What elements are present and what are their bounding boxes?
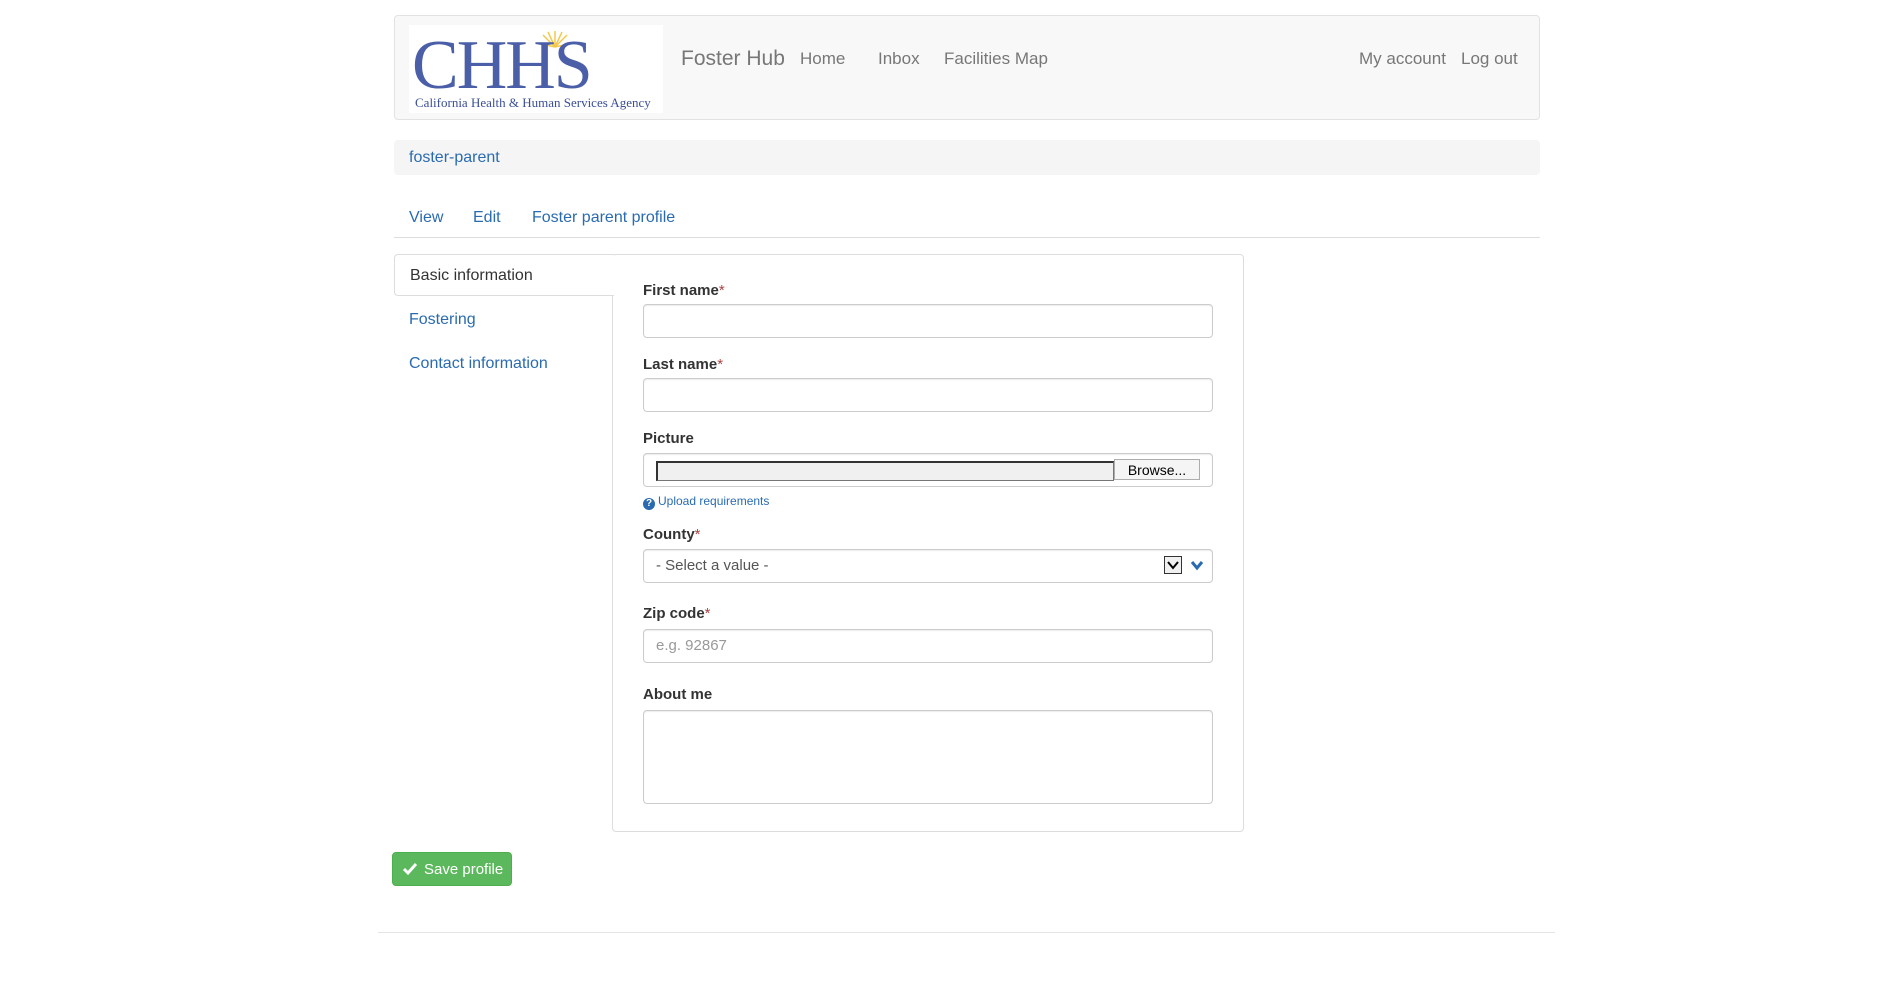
last-name-label: Last name* — [643, 356, 724, 373]
picture-label: Picture — [643, 430, 694, 447]
nav-my-account[interactable]: My account — [1359, 49, 1446, 69]
save-profile-label: Save profile — [424, 861, 504, 878]
navbar: CHHS California Health & Human Services … — [394, 15, 1540, 120]
nav-log-out[interactable]: Log out — [1461, 49, 1518, 69]
vtab-basic-information[interactable]: Basic information — [394, 254, 614, 296]
first-name-input[interactable] — [643, 304, 1213, 338]
chhs-logo-graphic: CHHS California Health & Human Services … — [412, 27, 651, 110]
county-label: County* — [643, 526, 701, 543]
nav-inbox[interactable]: Inbox — [878, 49, 920, 69]
file-path-field[interactable] — [656, 461, 1114, 481]
logo-letters: CHHS — [412, 27, 591, 104]
county-select[interactable]: - Select a value - — [643, 549, 1213, 583]
first-name-label: First name* — [643, 282, 725, 299]
zip-code-input[interactable]: e.g. 92867 — [643, 629, 1213, 663]
zip-code-placeholder: e.g. 92867 — [656, 637, 727, 654]
select-arrow-box[interactable] — [1164, 556, 1182, 574]
checkmark-icon — [402, 863, 418, 876]
tab-foster-parent-profile[interactable]: Foster parent profile — [532, 209, 675, 227]
chevron-down-blue-icon — [1190, 561, 1204, 571]
breadcrumb-item[interactable]: foster-parent — [409, 149, 500, 167]
tab-edit[interactable]: Edit — [473, 209, 501, 227]
about-me-label: About me — [643, 686, 713, 703]
chevron-down-icon — [1167, 561, 1179, 570]
brand-name[interactable]: Foster Hub — [681, 47, 785, 71]
picture-file-field[interactable]: Browse... — [643, 453, 1213, 487]
nav-home[interactable]: Home — [800, 49, 845, 69]
vtab-contact-information[interactable]: Contact information — [394, 343, 614, 385]
nav-facilities-map[interactable]: Facilities Map — [944, 49, 1048, 69]
breadcrumb: foster-parent — [394, 140, 1540, 175]
upload-requirements-link[interactable]: ? Upload requirements — [643, 494, 769, 510]
browse-button[interactable]: Browse... — [1114, 459, 1200, 480]
about-me-textarea[interactable] — [643, 710, 1213, 804]
tab-view[interactable]: View — [409, 209, 443, 227]
primary-tabs: View Edit Foster parent profile — [394, 201, 1540, 238]
zip-code-label: Zip code* — [643, 605, 711, 622]
last-name-input[interactable] — [643, 378, 1213, 412]
county-selected-value: - Select a value - — [656, 557, 769, 574]
vtab-fostering[interactable]: Fostering — [394, 299, 614, 341]
save-profile-button[interactable]: Save profile — [392, 852, 512, 886]
footer-divider — [378, 932, 1555, 933]
logo-subtitle: California Health & Human Services Agenc… — [415, 95, 651, 110]
chhs-logo[interactable]: CHHS California Health & Human Services … — [409, 25, 663, 113]
question-icon: ? — [643, 498, 655, 510]
